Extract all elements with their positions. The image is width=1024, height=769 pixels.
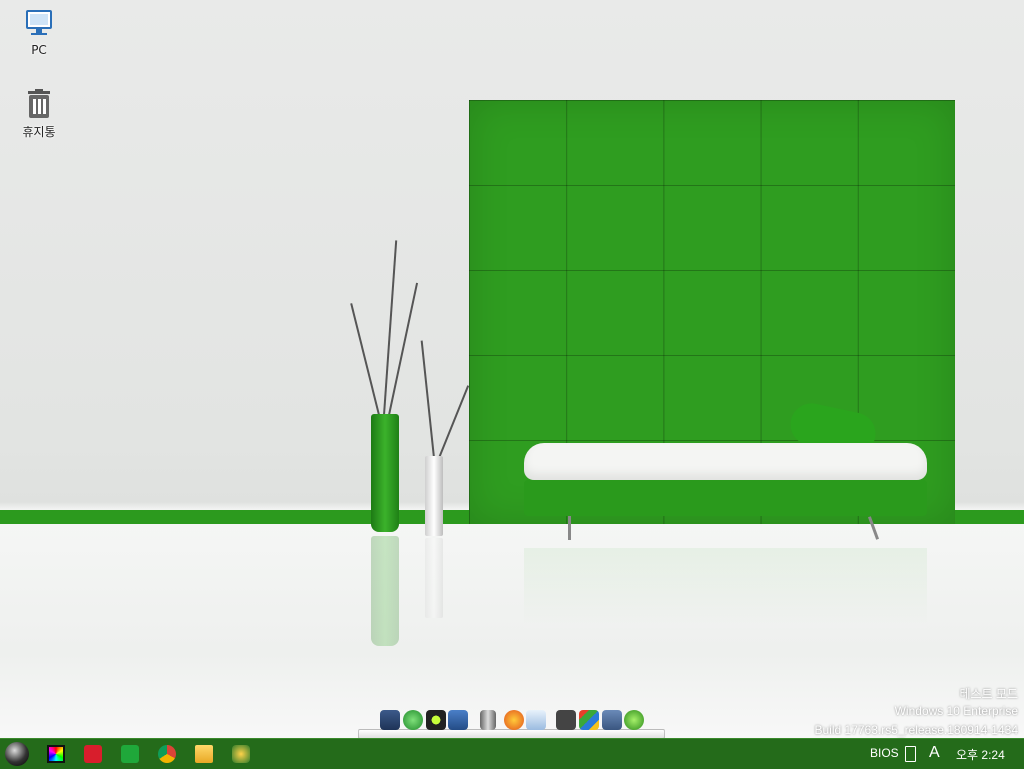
branch — [420, 340, 435, 459]
network-icon[interactable] — [448, 710, 468, 730]
start-orb-icon[interactable] — [5, 742, 29, 766]
desktop-background: PC 휴지통 테스트 모드 Windows 10 Enterprise Buil… — [0, 0, 1024, 738]
desktop-icon-recycle-bin[interactable]: 휴지통 — [9, 88, 69, 140]
usb-tray-icon[interactable] — [905, 746, 916, 762]
vase-reflection — [425, 538, 443, 618]
test-mode-label: 테스트 모드 — [959, 687, 1018, 701]
green-vase — [371, 414, 399, 532]
branch — [350, 303, 380, 416]
edition-label: Windows 10 Enterprise — [894, 704, 1018, 718]
vase-reflection — [371, 536, 399, 646]
color-picker-icon[interactable] — [47, 745, 65, 763]
tool-icon[interactable] — [232, 745, 250, 763]
notepad-icon[interactable] — [526, 710, 546, 730]
bios-label[interactable]: BIOS — [870, 746, 899, 760]
computer-icon — [23, 8, 55, 40]
power-icon[interactable] — [84, 745, 102, 763]
sofa-cushion — [524, 443, 927, 480]
clock[interactable]: 오후 2:24 — [956, 746, 1005, 763]
dock-shelf — [358, 729, 665, 738]
build-label: Build 17763.rs5_release.180914-1434 — [814, 723, 1019, 737]
ime-indicator[interactable]: A — [929, 744, 940, 762]
white-vase — [425, 456, 443, 536]
green-circle-icon[interactable] — [426, 710, 446, 730]
folder-icon[interactable] — [195, 745, 213, 763]
firefox-icon[interactable] — [504, 710, 524, 730]
usb-drive-icon[interactable] — [480, 710, 496, 730]
chrome-icon[interactable] — [158, 745, 176, 763]
dock — [358, 707, 665, 738]
screen-icon[interactable] — [380, 710, 400, 730]
sofa-leg — [568, 516, 571, 540]
desktop-icon-pc[interactable]: PC — [9, 8, 69, 57]
refresh-icon[interactable] — [403, 710, 423, 730]
control-panel-icon[interactable] — [579, 710, 599, 730]
recycle-bin-icon — [23, 88, 55, 120]
branch — [438, 385, 470, 459]
green-app-icon[interactable] — [121, 745, 139, 763]
disk-icon[interactable] — [602, 710, 622, 730]
desktop-icon-label: PC — [31, 43, 47, 57]
taskbar: BIOS A 오후 2:24 — [0, 738, 1024, 769]
sofa-reflection — [524, 548, 927, 628]
globe-icon[interactable] — [624, 710, 644, 730]
sofa-base — [524, 480, 927, 516]
7zip-icon[interactable] — [556, 710, 576, 730]
desktop-icon-label: 휴지통 — [22, 125, 56, 139]
